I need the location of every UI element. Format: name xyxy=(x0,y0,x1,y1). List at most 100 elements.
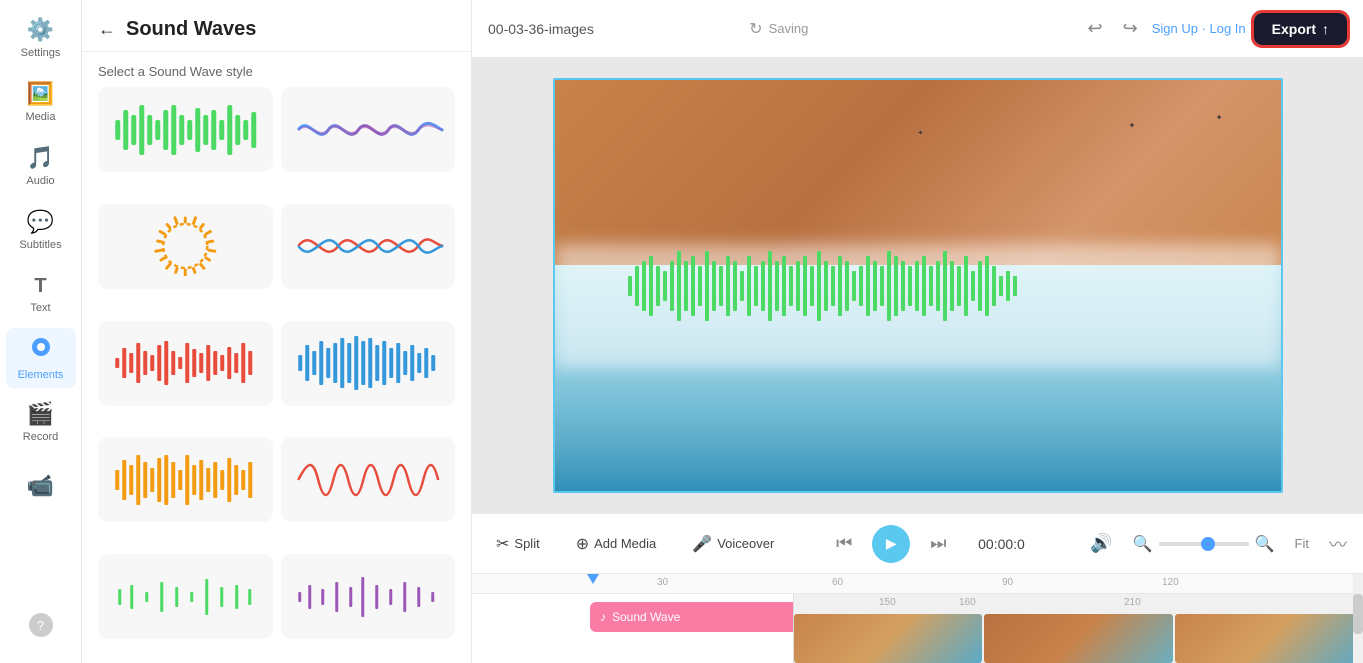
split-label: Split xyxy=(514,536,539,551)
login-link[interactable]: Log In xyxy=(1210,21,1246,36)
volume-button[interactable]: 🔊 xyxy=(1090,533,1112,554)
track-icon: ♪ xyxy=(600,610,606,624)
timeline-marker-30: 30 xyxy=(657,577,668,588)
export-label: Export xyxy=(1272,21,1316,37)
settings-icon: ⚙️ xyxy=(27,17,54,43)
auth-links[interactable]: Sign Up · Log In xyxy=(1152,21,1246,36)
wave-style-10[interactable] xyxy=(281,554,456,639)
timeline-marker-160: 160 xyxy=(959,597,976,608)
skip-back-button[interactable]: ⏮ xyxy=(836,533,852,554)
timeline-marker-120: 120 xyxy=(1162,577,1179,588)
canvas-area: ✦ ✦ ✦ xyxy=(472,58,1363,513)
sidebar-item-record-label: Record xyxy=(23,431,58,443)
panel-subtitle: Select a Sound Wave style xyxy=(82,52,471,87)
sidebar-item-settings-label: Settings xyxy=(21,47,61,59)
zoom-slider[interactable] xyxy=(1159,542,1249,546)
sidebar-item-settings[interactable]: ⚙️ Settings xyxy=(6,8,76,68)
saving-status: ↻ Saving xyxy=(749,19,808,39)
timeline-marker-210: 210 xyxy=(1124,597,1141,608)
sound-waves-panel: ← Sound Waves Select a Sound Wave style xyxy=(82,0,472,663)
timeline-right-ruler: 150 160 210 xyxy=(794,594,1363,614)
sidebar-item-audio-label: Audio xyxy=(26,175,54,187)
canvas-sound-wave xyxy=(628,246,1208,326)
add-media-icon: ⊕ xyxy=(576,534,589,554)
redo-button[interactable]: ↪ xyxy=(1117,14,1144,43)
scrollbar-track[interactable] xyxy=(1353,574,1363,663)
timeline: 30 60 90 120 ♪ Sound Wave 150 160 210 xyxy=(472,573,1363,663)
split-icon: ✂ xyxy=(496,534,509,554)
time-display: 00:00:0 xyxy=(966,536,1036,552)
fit-button[interactable]: Fit xyxy=(1295,536,1309,551)
playhead xyxy=(587,574,599,584)
split-button[interactable]: ✂ Split xyxy=(488,530,548,558)
sidebar-item-elements[interactable]: Elements xyxy=(6,328,76,388)
zoom-controls: 🔍 🔍 xyxy=(1133,534,1275,554)
timeline-right: 150 160 210 xyxy=(793,594,1363,663)
elements-icon xyxy=(29,335,53,365)
help-icon: ? xyxy=(29,613,53,637)
project-name: 00-03-36-images xyxy=(488,21,737,37)
sidebar-item-subtitles[interactable]: 💬 Subtitles xyxy=(6,200,76,260)
wave-style-1[interactable] xyxy=(98,87,273,172)
waveform-button[interactable]: 〰 xyxy=(1329,531,1347,557)
zoom-out-button[interactable]: 🔍 xyxy=(1133,534,1153,554)
wave-style-6[interactable] xyxy=(281,321,456,406)
voiceover-button[interactable]: 🎤 Voiceover xyxy=(684,530,782,558)
sidebar-item-text[interactable]: T Text xyxy=(6,264,76,324)
subtitles-icon: 💬 xyxy=(27,209,54,235)
voiceover-icon: 🎤 xyxy=(692,534,712,554)
audio-icon: 🎵 xyxy=(27,145,54,171)
wave-style-3[interactable] xyxy=(98,204,273,289)
skip-forward-button[interactable]: ⏭ xyxy=(930,533,946,554)
export-icon: ↑ xyxy=(1322,21,1329,37)
play-icon: ▶ xyxy=(886,535,897,552)
video-thumbnails xyxy=(794,614,1363,663)
video-thumb-2 xyxy=(984,614,1172,663)
media-icon: 🖼️ xyxy=(27,81,54,107)
scrollbar-thumb[interactable] xyxy=(1353,594,1363,634)
panel-title: Sound Waves xyxy=(126,18,256,41)
zoom-thumb xyxy=(1201,537,1215,551)
record-icon: 🎬 xyxy=(27,401,54,427)
top-bar: 00-03-36-images ↻ Saving ↩ ↪ Sign Up · L… xyxy=(472,0,1363,58)
text-icon: T xyxy=(34,275,46,298)
wave-style-4[interactable] xyxy=(281,204,456,289)
add-media-button[interactable]: ⊕ Add Media xyxy=(568,530,665,558)
saving-label: Saving xyxy=(769,21,809,36)
sidebar-item-record[interactable]: 🎬 Record xyxy=(6,392,76,452)
wave-style-2[interactable] xyxy=(281,87,456,172)
panel-back-button[interactable]: ← xyxy=(98,19,116,40)
sidebar-item-media-label: Media xyxy=(26,111,56,123)
zoom-in-button[interactable]: 🔍 xyxy=(1255,534,1275,554)
wave-style-8[interactable] xyxy=(281,437,456,522)
top-bar-actions: ↩ ↪ Sign Up · Log In Export ↑ xyxy=(1082,13,1348,45)
main-area: 00-03-36-images ↻ Saving ↩ ↪ Sign Up · L… xyxy=(472,0,1363,663)
canvas-frame: ✦ ✦ ✦ xyxy=(553,78,1283,493)
timeline-ruler: 30 60 90 120 xyxy=(472,574,1363,594)
wave-style-9[interactable] xyxy=(98,554,273,639)
wave-style-7[interactable] xyxy=(98,437,273,522)
wave-style-5[interactable] xyxy=(98,321,273,406)
voiceover-label: Voiceover xyxy=(717,536,774,551)
sidebar-item-audio[interactable]: 🎵 Audio xyxy=(6,136,76,196)
panel-header: ← Sound Waves xyxy=(82,0,471,52)
sidebar: ⚙️ Settings 🖼️ Media 🎵 Audio 💬 Subtitles… xyxy=(0,0,82,663)
signup-link[interactable]: Sign Up xyxy=(1152,21,1198,36)
add-media-label: Add Media xyxy=(594,536,656,551)
bottom-controls: ✂ Split ⊕ Add Media 🎤 Voiceover ⏮ ▶ ⏭ 00… xyxy=(472,513,1363,573)
sidebar-item-video[interactable]: 📹 xyxy=(6,456,76,516)
export-button[interactable]: Export ↑ xyxy=(1254,13,1347,45)
timeline-marker-150: 150 xyxy=(879,597,896,608)
sidebar-item-elements-label: Elements xyxy=(18,369,64,381)
sidebar-item-subtitles-label: Subtitles xyxy=(19,239,61,251)
undo-button[interactable]: ↩ xyxy=(1082,14,1109,43)
video-thumb-1 xyxy=(794,614,982,663)
video-icon: 📹 xyxy=(27,473,54,499)
sidebar-item-media[interactable]: 🖼️ Media xyxy=(6,72,76,132)
timeline-marker-90: 90 xyxy=(1002,577,1013,588)
timeline-marker-60: 60 xyxy=(832,577,843,588)
play-button[interactable]: ▶ xyxy=(872,525,910,563)
track-label: Sound Wave xyxy=(612,610,680,624)
sidebar-item-help[interactable]: ? xyxy=(6,595,76,655)
video-thumb-3 xyxy=(1175,614,1363,663)
